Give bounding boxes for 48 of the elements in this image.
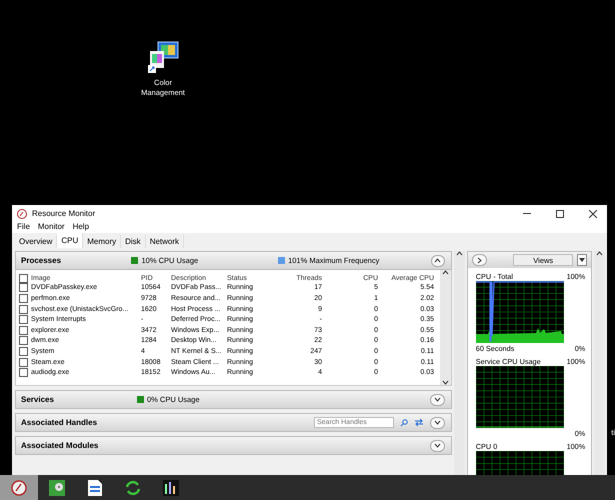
- section-header[interactable]: Associated Modules: [15, 436, 452, 455]
- monitor-palette-icon[interactable]: [146, 40, 180, 74]
- menu-item[interactable]: File: [17, 222, 30, 231]
- refresh-icon[interactable]: [414, 418, 424, 427]
- chevron-down-icon: [442, 380, 449, 385]
- scrollbar[interactable]: [594, 251, 606, 475]
- chevron-down-icon: [434, 397, 441, 402]
- scrollbar[interactable]: [454, 251, 465, 475]
- chevron-down-icon: [434, 443, 441, 448]
- section-title: Associated Modules: [21, 441, 100, 450]
- checkbox[interactable]: [19, 294, 28, 303]
- chevron-up-icon: [596, 251, 604, 256]
- expand-button[interactable]: [430, 440, 445, 452]
- checkbox[interactable]: [19, 326, 28, 335]
- sync-arrows-icon: [125, 480, 141, 496]
- gauge-icon: [11, 480, 27, 496]
- chart-icon: [163, 480, 179, 496]
- expand-button[interactable]: [430, 394, 445, 406]
- checkbox[interactable]: [19, 358, 28, 367]
- gauge-icon: [17, 208, 27, 218]
- dropdown-button[interactable]: [577, 254, 588, 266]
- checkbox[interactable]: [19, 336, 28, 346]
- checkbox[interactable]: [19, 346, 28, 356]
- close-icon: [589, 210, 597, 218]
- checkbox[interactable]: [19, 304, 28, 314]
- chevron-down-icon: [434, 420, 441, 425]
- search-icon[interactable]: [400, 418, 408, 426]
- menu-item[interactable]: Help: [72, 222, 90, 231]
- section-title: Associated Handles: [21, 418, 98, 427]
- caret-down-icon: [579, 258, 586, 262]
- scrollbar[interactable]: [440, 270, 451, 385]
- document-icon: [88, 480, 102, 496]
- collapse-button[interactable]: [430, 254, 445, 266]
- chevron-right-icon: [476, 256, 482, 264]
- menu-item[interactable]: Monitor: [38, 222, 65, 231]
- window-title: Resource Monitor: [32, 209, 96, 218]
- checkbox[interactable]: [19, 274, 28, 282]
- tab[interactable]: CPU: [57, 233, 84, 248]
- maximize-icon: [556, 210, 564, 218]
- checkbox[interactable]: [19, 315, 28, 324]
- section-title: Services: [21, 395, 55, 404]
- section-title: Processes: [21, 256, 62, 265]
- minimize-icon: [523, 213, 531, 214]
- expand-panel-button[interactable]: [472, 254, 487, 266]
- expand-button[interactable]: [430, 416, 445, 428]
- checkbox[interactable]: [19, 283, 28, 292]
- checkbox[interactable]: [19, 368, 28, 378]
- chevron-up-icon: [456, 251, 463, 256]
